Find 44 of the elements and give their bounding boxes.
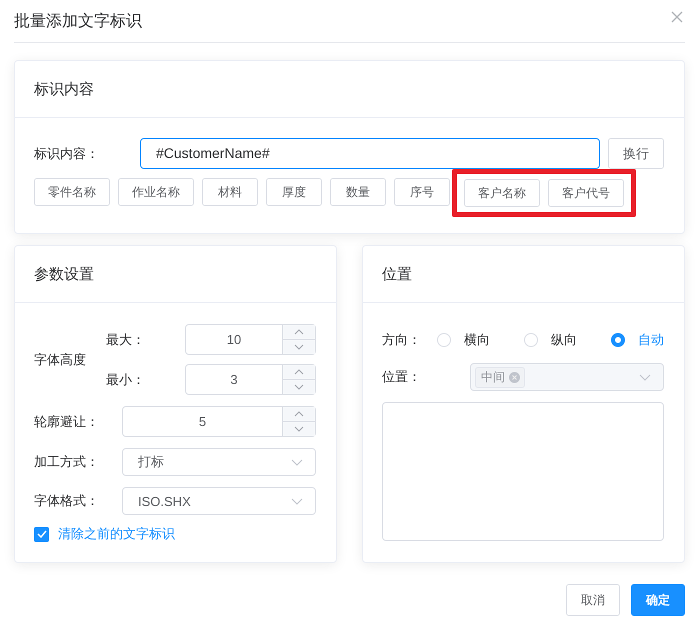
checkbox[interactable] [34,526,49,542]
radio-label[interactable]: 自动 [638,331,664,349]
chevron-down-icon [291,458,303,466]
card-title: 参数设置 [34,264,94,284]
token-button[interactable]: 厚度 [266,178,322,206]
close-icon[interactable] [671,11,683,23]
checkbox-label[interactable]: 清除之前的文字标识 [58,525,175,543]
number-input-field[interactable]: 3 [185,364,316,395]
field-label: 字体高度 [34,350,87,368]
token-button[interactable]: 数量 [330,178,386,206]
token-button[interactable]: 材料 [202,178,258,206]
card-title: 标识内容 [34,80,94,98]
token-button[interactable]: 作业名称 [118,178,194,206]
field-label: 位置： [382,368,422,386]
radio-label[interactable]: 纵向 [551,331,577,349]
token-button[interactable]: 客户代号 [548,179,624,207]
token-button[interactable]: 客户名称 [464,179,540,207]
content-input-field[interactable]: #CustomerName# [140,138,600,169]
number-input-field[interactable]: 10 [185,324,316,355]
chevron-down-icon [639,374,651,380]
field-label: 最小： [106,370,146,388]
number-input-field[interactable]: 5 [122,406,316,437]
dialog-title: 批量添加文字标识 [14,12,142,32]
select-field[interactable]: ISO.SHX [122,487,316,515]
field-label: 加工方式： [34,453,100,471]
field-label: 方向： [382,331,422,349]
chevron-down-icon [291,498,303,504]
field-label: 最大： [106,330,146,348]
newline-button[interactable]: 换行 [608,138,664,169]
confirm-button[interactable]: 确定 [631,584,685,616]
field-label: 轮廓避让： [34,412,100,430]
select-field[interactable]: 打标 [122,448,316,476]
card-title: 位置 [382,264,412,284]
cancel-button[interactable]: 取消 [566,584,620,616]
check-icon [36,530,46,538]
close-icon[interactable] [509,372,520,382]
text-area-field[interactable] [382,402,664,541]
token-button[interactable]: 序号 [394,178,450,206]
tag-text: 中间 [481,368,505,386]
field-label: 字体格式： [34,492,100,510]
radio-label[interactable]: 横向 [464,331,490,349]
token-button[interactable]: 零件名称 [34,178,110,206]
radio-button[interactable] [611,333,625,347]
field-label: 标识内容： [34,144,100,162]
